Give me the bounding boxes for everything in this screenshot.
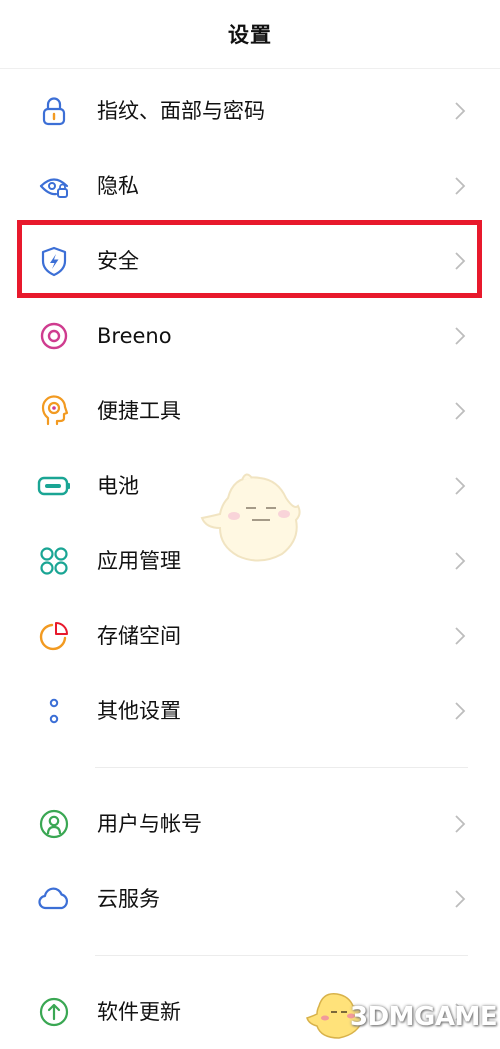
watermark-mascot-icon [200,473,301,562]
settings-item-convenience-tools[interactable]: 便捷工具 [0,374,500,448]
section-divider [95,955,468,956]
settings-item-user-account[interactable]: 用户与帐号 [0,787,500,861]
settings-item-biometrics-password[interactable]: 指纹、面部与密码 [0,74,500,148]
settings-item-label: 指纹、面部与密码 [97,99,265,123]
settings-item-label: 云服务 [97,887,160,911]
settings-item-label: 存储空间 [97,624,181,648]
security-shield-icon [37,244,71,278]
user-account-icon [37,807,71,841]
settings-item-label: 电池 [97,474,139,498]
settings-item-label: 隐私 [97,174,139,198]
privacy-eye-icon [37,169,71,203]
settings-item-label: 安全 [97,249,139,273]
cloud-icon [37,882,71,916]
settings-item-label: Breeno [97,324,172,348]
chevron-right-icon [455,552,466,570]
settings-item-cloud-service[interactable]: 云服务 [0,862,500,936]
chevron-right-icon [455,627,466,645]
convenience-head-icon [37,394,71,428]
breeno-ring-icon [37,319,71,353]
lock-icon [37,94,71,128]
storage-pie-icon [37,619,71,653]
watermark-text: 3DMGAME [350,1002,498,1032]
settings-item-storage[interactable]: 存储空间 [0,599,500,673]
chevron-right-icon [455,327,466,345]
chevron-right-icon [455,102,466,120]
settings-item-other-settings[interactable]: 其他设置 [0,674,500,748]
settings-item-security[interactable]: 安全 [0,224,500,298]
chevron-right-icon [455,477,466,495]
chevron-right-icon [455,252,466,270]
chevron-right-icon [455,177,466,195]
other-dots-icon [37,694,71,728]
page-header: 设置 [0,0,500,69]
page-title: 设置 [228,23,272,47]
settings-item-label: 用户与帐号 [97,812,202,836]
settings-item-label: 其他设置 [97,699,181,723]
chevron-right-icon [455,702,466,720]
software-update-icon [37,995,71,1029]
chevron-right-icon [455,402,466,420]
settings-item-label: 便捷工具 [97,399,181,423]
battery-icon [37,469,71,503]
chevron-right-icon [455,815,466,833]
settings-item-breeno[interactable]: Breeno [0,299,500,373]
app-management-icon [37,544,71,578]
settings-item-privacy[interactable]: 隐私 [0,149,500,223]
settings-item-label: 应用管理 [97,549,181,573]
chevron-right-icon [455,890,466,908]
section-divider [95,767,468,768]
settings-item-label: 软件更新 [97,1000,181,1024]
